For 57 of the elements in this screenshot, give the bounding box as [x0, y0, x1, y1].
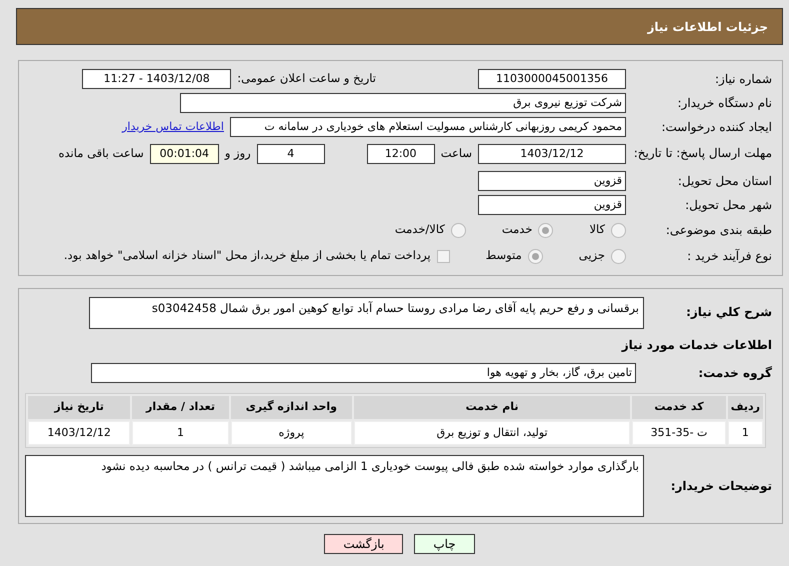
field-label: شهر محل تحویل:	[684, 197, 772, 214]
radio-button[interactable]	[450, 222, 466, 238]
text-field[interactable]: قزوین	[478, 171, 626, 191]
field-label: شماره نیاز:	[714, 71, 772, 88]
print-button[interactable]: چاپ	[414, 534, 475, 554]
field-label: توضیحات خریدار:	[670, 478, 772, 495]
text-field[interactable]: 4	[256, 144, 325, 164]
table-cell: تولید، انتقال و توزیع برق	[354, 420, 630, 445]
table-cell: 1	[132, 420, 229, 445]
option-label: جزیی	[578, 247, 605, 264]
field-label: ساعت	[440, 145, 472, 162]
column-header: تعداد / مقدار	[132, 396, 229, 418]
field-label: طبقه بندی موضوعی:	[664, 222, 772, 239]
field-label: مهلت ارسال پاسخ: تا تاریخ:	[632, 147, 772, 161]
text-field[interactable]: تامین برق، گاز، بخار و تهویه هوا	[91, 363, 636, 383]
table-cell: 1	[728, 420, 763, 445]
radio-button[interactable]	[611, 248, 626, 264]
field-label: تاریخ و ساعت اعلان عمومی:	[237, 70, 376, 88]
radio-button[interactable]	[538, 222, 554, 238]
option-label: کالا	[589, 221, 605, 238]
option-label: متوسط	[486, 247, 522, 264]
checkbox[interactable]	[436, 250, 450, 262]
column-header: کد خدمت	[632, 396, 726, 418]
contact-link[interactable]: اطلاعات تماس خریدار	[122, 118, 224, 136]
section-heading: اطلاعات خدمات مورد نیاز	[622, 337, 772, 354]
description-textarea[interactable]: برقسانی و رفع حریم پایه آقای رضا مرادی روستا حسام آباد توابع کوهین امور برق شمال s03042458	[89, 297, 644, 329]
table-cell: پروژه	[230, 420, 352, 445]
field-label: ایجاد کننده درخواست:	[660, 119, 772, 136]
notes-textarea[interactable]: بارگذاری موارد خواسته شده طبق فالی پیوست خودیاری 1 الزامی میباشد ( قیمت ترانس ) در محاسبه دیده نشود	[25, 455, 644, 517]
option-label: کالا/خدمت	[394, 221, 445, 238]
text-field[interactable]: 00:01:04	[150, 144, 219, 164]
table-cell: ت -35-351	[632, 420, 726, 445]
text-field[interactable]: 1403/12/08 - 11:27	[82, 69, 232, 89]
radio-button[interactable]	[528, 248, 543, 264]
radio-button[interactable]	[611, 222, 626, 238]
column-header: ردیف	[728, 396, 763, 418]
field-label: نام دستگاه خریدار:	[676, 95, 772, 112]
text-field[interactable]: 1103000045001356	[478, 69, 626, 89]
back-button[interactable]: بازگشت	[324, 534, 404, 554]
field-label: شرح کلي نیاز:	[685, 304, 772, 321]
field-label: گروه خدمت:	[697, 365, 772, 382]
text-field[interactable]: قزوین	[478, 195, 626, 215]
payment-note: پرداخت تمام یا بخشی از مبلغ خرید،از محل "اسناد خزانه اسلامی" خواهد بود.	[64, 247, 431, 264]
field-label: ساعت باقی مانده	[58, 145, 144, 162]
column-header: واحد اندازه گیری	[230, 396, 352, 418]
text-field[interactable]: 12:00	[366, 144, 435, 164]
field-label: نوع فرآیند خرید :	[686, 248, 772, 265]
text-field[interactable]: محمود کریمی روزبهانی کارشناس مسولیت استعلام های خودیاری در سامانه ت	[230, 117, 626, 137]
page-title: جزئیات اطلاعات نیاز	[647, 18, 768, 36]
text-field[interactable]: 1403/12/12	[478, 144, 626, 164]
column-header: تاریخ نیاز	[28, 396, 130, 418]
column-header: نام خدمت	[354, 396, 630, 418]
field-label: روز و	[224, 145, 251, 162]
option-label: خدمت	[502, 221, 532, 238]
field-label: استان محل تحویل:	[676, 173, 772, 190]
table-cell: 1403/12/12	[28, 420, 130, 445]
text-field[interactable]: شرکت توزیع نیروی برق	[180, 93, 626, 113]
